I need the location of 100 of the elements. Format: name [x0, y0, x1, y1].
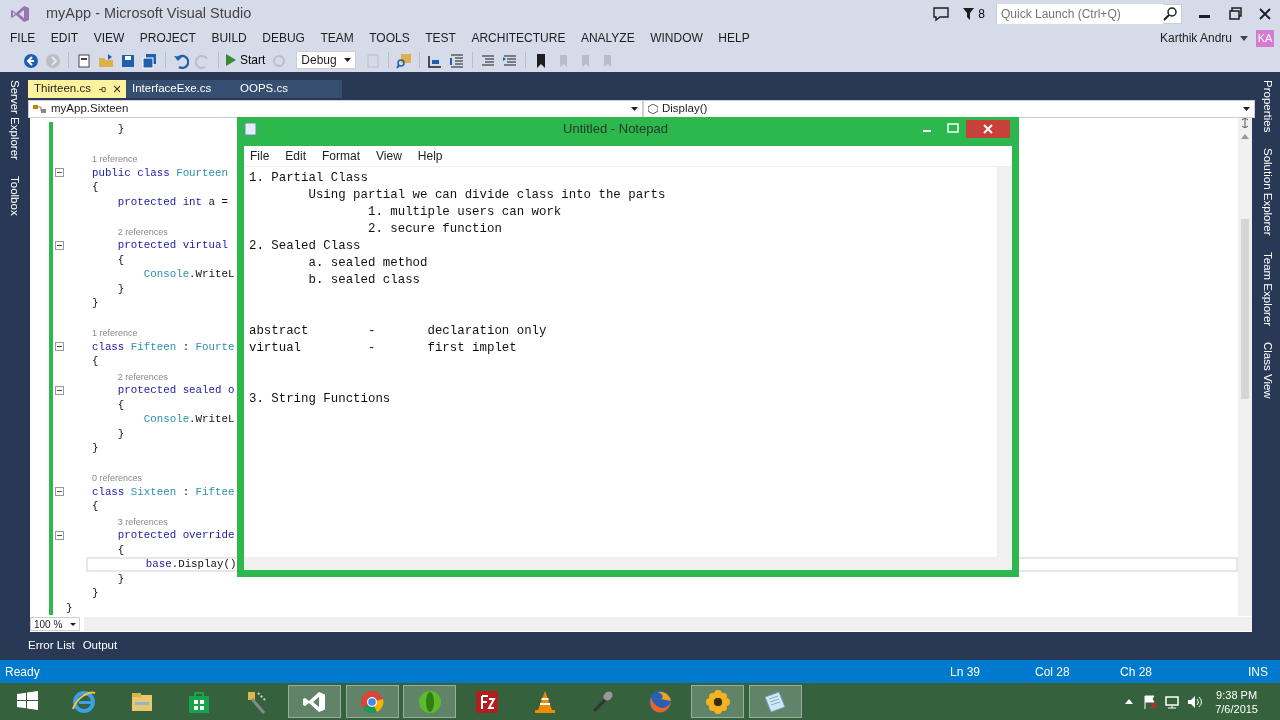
status-line: Ln 39: [950, 663, 981, 681]
firefox-icon[interactable]: [647, 688, 674, 715]
menu-item[interactable]: VIEW: [93, 29, 125, 47]
code-lens[interactable]: 2 references: [66, 368, 168, 383]
code-lens[interactable]: 2 references: [66, 223, 168, 238]
configuration-dropdown[interactable]: Debug: [296, 51, 357, 69]
tool-window-tab[interactable]: Team Explorer: [1258, 252, 1277, 327]
clock[interactable]: 9:38 PM 7/6/2015: [1215, 687, 1258, 716]
save-all-icon[interactable]: [142, 52, 158, 69]
ftp-icon[interactable]: [474, 688, 501, 715]
code-lens[interactable]: 0 references: [66, 470, 142, 485]
quick-launch-field[interactable]: Quick Launch (Ctrl+Q): [996, 4, 1182, 24]
folder-icon[interactable]: [98, 52, 114, 69]
menu-item[interactable]: BUILD: [211, 29, 247, 47]
menu-item[interactable]: EDIT: [50, 29, 79, 47]
tool-window-tab[interactable]: Class View: [1258, 342, 1277, 399]
scroll-up-icon: [1241, 134, 1249, 139]
collapse-icon[interactable]: [55, 168, 64, 178]
network-icon[interactable]: [1165, 694, 1180, 709]
code-line: {: [116, 252, 125, 267]
menu-item[interactable]: WINDOW: [650, 29, 703, 47]
collapse-icon[interactable]: [55, 240, 64, 250]
code-line: }: [116, 281, 125, 296]
menu-item[interactable]: Help: [417, 147, 443, 165]
document-tab[interactable]: InterfaceExe.cs: [126, 80, 234, 98]
code-lens[interactable]: 3 references: [66, 513, 168, 528]
code-line: {: [90, 499, 99, 514]
menu-item[interactable]: DEBUG: [262, 29, 305, 47]
comment-lines-icon[interactable]: [480, 52, 497, 69]
outdent-icon[interactable]: [449, 52, 466, 69]
vertical-scrollbar[interactable]: [997, 167, 1012, 557]
horizontal-scrollbar[interactable]: [84, 617, 1252, 631]
document-tab[interactable]: OOPS.cs: [234, 80, 342, 98]
menu-item[interactable]: View: [376, 147, 402, 165]
tool-window-tab[interactable]: Server Explorer: [5, 80, 23, 160]
menu-item[interactable]: File: [250, 147, 270, 165]
tool-window-tab[interactable]: Toolbox: [5, 175, 23, 216]
document-tab[interactable]: Thirteen.cs: [28, 80, 126, 98]
menu-item[interactable]: TOOLS: [369, 29, 410, 47]
code-lens[interactable]: 1 reference: [66, 325, 138, 340]
code-lens[interactable]: 1 reference: [66, 151, 138, 166]
zoom-dropdown[interactable]: 100 %: [30, 617, 80, 631]
horizontal-scrollbar[interactable]: [244, 557, 1012, 570]
menu-item[interactable]: HELP: [718, 29, 750, 47]
new-project-icon[interactable]: [76, 52, 92, 69]
uncomment-lines-icon[interactable]: [502, 52, 519, 69]
scrollbar-thumb[interactable]: [1241, 219, 1249, 399]
collapse-icon[interactable]: [55, 342, 64, 352]
save-icon[interactable]: [120, 52, 136, 69]
chrome-icon[interactable]: [359, 688, 386, 715]
undo-icon[interactable]: [173, 52, 189, 69]
notification-button[interactable]: 8: [960, 3, 988, 25]
flower-icon[interactable]: [704, 688, 731, 715]
code-line: Console.WriteL: [142, 412, 235, 427]
code-line: }: [90, 441, 99, 456]
menu-item[interactable]: FILE: [10, 29, 36, 47]
pin-icon[interactable]: [98, 85, 106, 93]
code-line: class Sixteen : Fiftee: [90, 484, 235, 499]
filter-icon: [963, 8, 975, 20]
menu-item[interactable]: PROJECT: [139, 29, 196, 47]
browser-icon[interactable]: [71, 688, 98, 715]
feedback-icon[interactable]: [932, 6, 951, 22]
menu-item[interactable]: ANALYZE: [580, 29, 635, 47]
caret-icon[interactable]: [1240, 35, 1248, 41]
tool-window-tab[interactable]: Properties: [1258, 80, 1277, 133]
flag-icon[interactable]: [1143, 694, 1158, 709]
code-line: public class Fourteen: [90, 165, 228, 180]
collapse-icon[interactable]: [55, 487, 64, 497]
search-icon: [1163, 7, 1177, 21]
member-dropdown[interactable]: Display(): [643, 100, 1255, 118]
status-column: Col 28: [1035, 662, 1120, 681]
collapse-icon[interactable]: [55, 530, 64, 540]
tool-window-tab[interactable]: Solution Explorer: [1258, 148, 1277, 236]
status-text: Ready: [5, 663, 40, 681]
tool-tab[interactable]: Output: [82, 637, 118, 655]
code-line: protected override: [116, 528, 235, 543]
code-line: Console.WriteL: [142, 267, 235, 282]
code-line: {: [90, 354, 99, 369]
method-icon: [648, 104, 658, 114]
volume-icon[interactable]: [1187, 694, 1204, 709]
code-line: protected virtual: [116, 238, 228, 253]
menu-item[interactable]: Edit: [285, 147, 307, 165]
type-dropdown[interactable]: myApp.Sixteen: [28, 100, 643, 118]
back-icon[interactable]: [23, 52, 39, 69]
start-button[interactable]: Start: [223, 49, 269, 71]
vs-logo-icon: [10, 5, 30, 23]
menu-item[interactable]: TEAM: [320, 29, 354, 47]
user-name[interactable]: Karthik Andru: [1159, 29, 1232, 47]
vertical-scrollbar[interactable]: [1238, 118, 1252, 616]
menu-item[interactable]: TEST: [425, 29, 456, 47]
close-icon[interactable]: [113, 85, 120, 93]
find-icon[interactable]: [396, 52, 413, 69]
tray-up-icon[interactable]: [1125, 699, 1134, 704]
code-line: base.Display(): [144, 559, 237, 570]
split-icon: [1240, 118, 1250, 128]
collapse-icon[interactable]: [55, 385, 64, 395]
menu-item[interactable]: ARCHITECTURE: [471, 29, 566, 47]
menu-item[interactable]: Format: [322, 147, 361, 165]
tool-tab[interactable]: Error List: [28, 637, 75, 655]
code-line: }: [90, 296, 99, 311]
